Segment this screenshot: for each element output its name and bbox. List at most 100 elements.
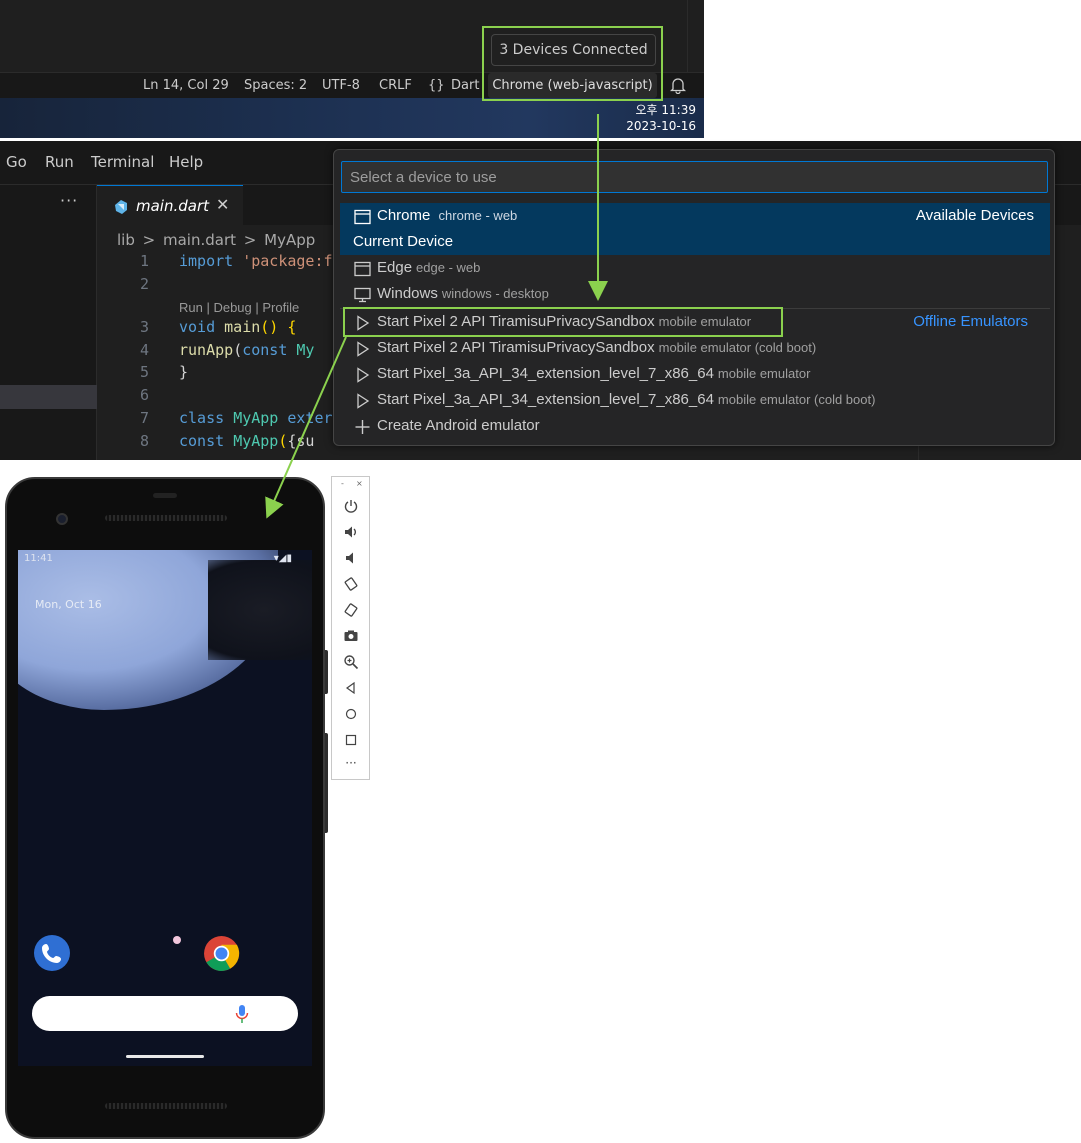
wallpaper [208, 560, 312, 660]
zoom-icon[interactable] [343, 654, 359, 670]
bell-icon[interactable] [670, 76, 686, 94]
mic-icon[interactable] [235, 1004, 249, 1024]
minimize-icon[interactable]: - [341, 479, 344, 488]
breadcrumb-lib[interactable]: lib [117, 231, 135, 249]
breadcrumb-main-dart[interactable]: main.dart [163, 231, 236, 249]
item-label: Start Pixel 2 API TiramisuPrivacySandbox [377, 339, 655, 356]
item-label: Edge [377, 259, 413, 276]
item-description: chrome - web [438, 208, 518, 223]
overview-icon[interactable] [343, 732, 359, 748]
item-description: mobile emulator (cold boot) [717, 392, 876, 407]
menu-go[interactable]: Go [6, 153, 27, 171]
more-actions-icon[interactable]: ··· [60, 191, 78, 210]
browser-icon [354, 209, 371, 225]
plus-icon [355, 420, 370, 434]
item-label: Start Pixel_3a_API_34_extension_level_7_… [377, 365, 714, 382]
volume-down-icon[interactable] [343, 550, 359, 566]
play-icon [357, 341, 370, 357]
phone-slot [153, 493, 177, 498]
line-number: 3 [139, 318, 149, 336]
rotate-left-icon[interactable] [343, 576, 359, 592]
quick-pick-item-pixel3a-cold[interactable]: Start Pixel_3a_API_34_extension_level_7_… [340, 388, 1050, 414]
quick-pick-item-create-emulator[interactable]: Create Android emulator [340, 414, 1050, 440]
code-text[interactable]: const MyApp({su [179, 432, 314, 450]
breadcrumb: lib > main.dart > MyApp [117, 231, 318, 249]
item-description: mobile emulator [717, 366, 811, 381]
phone-app-icon[interactable] [34, 935, 70, 971]
code-text[interactable]: import 'package:f [179, 252, 333, 270]
quick-pick-item-windows[interactable]: Windows windows - desktop [340, 282, 1050, 308]
volume-up-icon[interactable] [343, 524, 359, 540]
braces-icon[interactable]: {} [428, 78, 445, 93]
device-quick-pick: Chrome chrome - web Available Devices Cu… [333, 149, 1055, 446]
line-number: 1 [139, 252, 149, 270]
speaker-grille [105, 515, 227, 521]
breadcrumb-myapp[interactable]: MyApp [264, 231, 315, 249]
chrome-app-icon[interactable] [203, 935, 240, 972]
rotate-right-icon[interactable] [343, 602, 359, 618]
phone-handset-icon [42, 944, 61, 963]
codelens-run-debug[interactable]: Run | Debug | Profile [179, 300, 299, 315]
menu-help[interactable]: Help [169, 153, 203, 171]
divider [687, 0, 688, 72]
quick-pick-item-edge[interactable]: Edge edge - web [340, 256, 1050, 282]
code-editor[interactable]: 1 import 'package:f 2 Run | Debug | Prof… [97, 249, 337, 460]
taskbar-time[interactable]: 오후 11:39 [636, 101, 696, 118]
speaker-grille [105, 1103, 227, 1109]
menu-terminal[interactable]: Terminal [91, 153, 154, 171]
encoding[interactable]: UTF-8 [322, 78, 360, 93]
tab-main-dart[interactable]: main.dart ✕ [97, 185, 243, 225]
monitor-icon [354, 287, 371, 303]
android-status-time: 11:41 [24, 553, 53, 564]
explorer-sidebar: ··· [0, 185, 97, 460]
item-label: Chrome [377, 207, 431, 224]
line-number: 8 [139, 432, 149, 450]
camera-icon[interactable] [343, 628, 359, 644]
chevron-right-icon: > [142, 231, 156, 249]
line-ending[interactable]: CRLF [379, 78, 412, 93]
back-icon[interactable] [343, 680, 359, 696]
explorer-selected-row[interactable] [0, 385, 97, 409]
quick-pick-item-pixel3a[interactable]: Start Pixel_3a_API_34_extension_level_7_… [340, 362, 1050, 388]
phone-screen[interactable]: 11:41 ▾◢▮ Mon, Oct 16 [18, 550, 312, 1066]
menu-run[interactable]: Run [45, 153, 74, 171]
emulator-toolbar: - × ··· [331, 476, 370, 780]
cursor-position[interactable]: Ln 14, Col 29 [143, 78, 229, 93]
dart-icon [115, 200, 127, 214]
item-description: edge - web [416, 260, 481, 275]
item-label: Windows [377, 285, 438, 302]
line-number: 4 [139, 341, 149, 359]
code-text[interactable]: class MyApp exter [179, 409, 333, 427]
line-number: 7 [139, 409, 149, 427]
item-description: windows - desktop [441, 286, 549, 301]
signal-icon: ▾◢▮ [273, 553, 292, 564]
item-description: mobile emulator (cold boot) [658, 340, 817, 355]
quick-pick-item-pixel2-cold[interactable]: Start Pixel 2 API TiramisuPrivacySandbox… [340, 336, 1050, 362]
close-icon[interactable]: ✕ [216, 195, 229, 214]
group-label-available: Available Devices [915, 207, 1034, 224]
home-date[interactable]: Mon, Oct 16 [35, 598, 102, 611]
browser-icon [354, 261, 371, 277]
gesture-nav-bar[interactable] [126, 1055, 204, 1058]
taskbar-date[interactable]: 2023-10-16 [626, 119, 696, 133]
line-number: 6 [139, 386, 149, 404]
item-label: Start Pixel_3a_API_34_extension_level_7_… [377, 391, 714, 408]
indentation[interactable]: Spaces: 2 [244, 78, 307, 93]
more-icon[interactable]: ··· [343, 756, 359, 772]
chevron-right-icon: > [243, 231, 257, 249]
notification-dot [173, 936, 181, 944]
code-text[interactable]: void main() { [179, 318, 296, 336]
home-icon[interactable] [343, 706, 359, 722]
highlight-start-pixel2 [343, 307, 783, 337]
language-mode[interactable]: Dart [451, 78, 479, 93]
device-search-input[interactable] [341, 161, 1048, 193]
code-text[interactable]: runApp(const My [179, 341, 314, 359]
close-icon[interactable]: × [356, 479, 363, 488]
quick-pick-item-chrome[interactable]: Chrome chrome - web Available Devices Cu… [340, 203, 1050, 255]
code-text[interactable]: } [179, 363, 188, 381]
power-icon[interactable] [343, 498, 359, 514]
line-number: 2 [139, 275, 149, 293]
tab-label: main.dart [136, 197, 210, 215]
windows-taskbar: 오후 11:39 2023-10-16 [0, 98, 704, 138]
google-search-bar[interactable] [32, 996, 298, 1031]
